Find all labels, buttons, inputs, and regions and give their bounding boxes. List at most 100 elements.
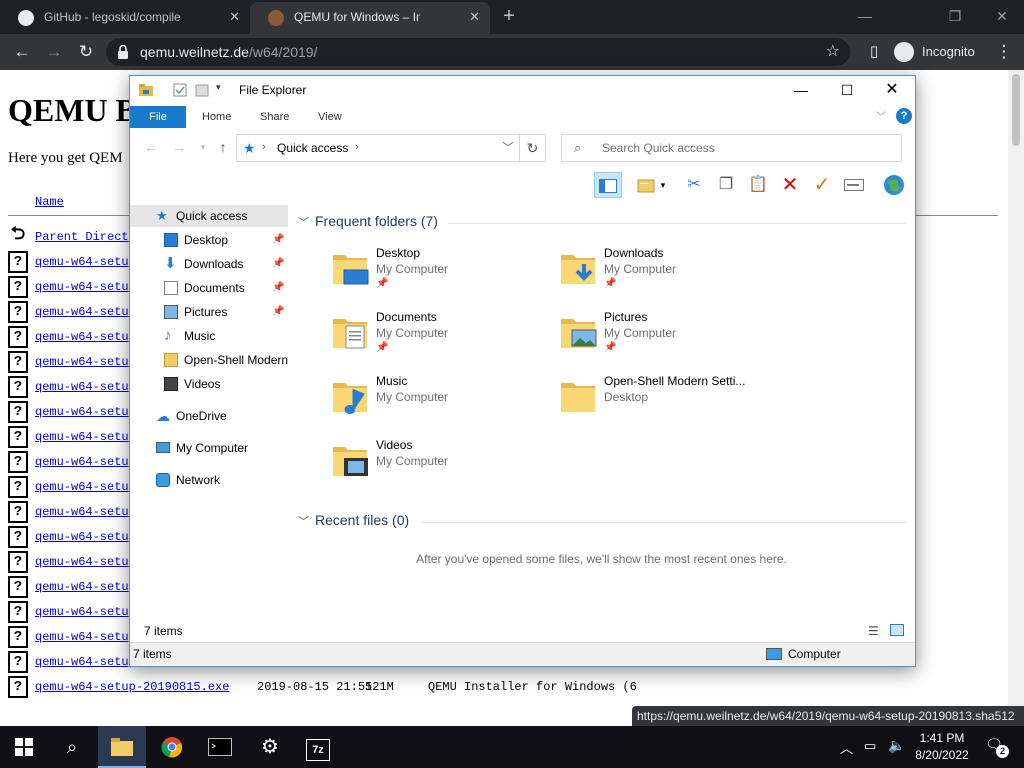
search-icon[interactable]: ⌕: [48, 726, 96, 768]
tab-github[interactable]: GitHub - legoskid/compiled-collab ✕: [0, 2, 250, 34]
search-box[interactable]: ⌕: [561, 134, 902, 162]
refresh-icon[interactable]: ↻: [519, 135, 545, 161]
properties-check-icon[interactable]: ✓: [808, 172, 836, 198]
taskbar-file-explorer[interactable]: [98, 726, 146, 768]
search-input[interactable]: [602, 138, 892, 158]
internet-globe-icon[interactable]: [880, 172, 908, 198]
close-window-icon[interactable]: ✕: [990, 4, 1014, 28]
tab-file[interactable]: File: [130, 106, 186, 128]
nav-network[interactable]: Network: [130, 469, 288, 491]
file-link[interactable]: qemu-w64-setu: [35, 255, 129, 269]
file-link[interactable]: qemu-w64-setup-20190815.exe: [35, 680, 229, 694]
breadcrumb-quick-access[interactable]: Quick access: [277, 135, 348, 161]
file-link[interactable]: qemu-w64-setu: [35, 355, 129, 369]
explorer-close-icon[interactable]: ✕: [869, 76, 915, 104]
copy-icon[interactable]: ❐: [712, 172, 740, 198]
details-view-icon[interactable]: ☰: [868, 624, 879, 638]
file-link[interactable]: qemu-w64-setu: [35, 505, 129, 519]
file-link[interactable]: qemu-w64-setu: [35, 580, 129, 594]
collapse-chevron-icon[interactable]: ﹀: [298, 516, 309, 528]
back-arrow-icon[interactable]: ←: [10, 40, 34, 64]
views-dropdown-icon[interactable]: ▾: [656, 172, 670, 198]
nav-music[interactable]: ♪ Music: [130, 325, 288, 347]
folder-tile-videos[interactable]: Videos My Computer: [330, 438, 550, 498]
restore-icon[interactable]: ❐: [943, 4, 967, 28]
close-tab-icon[interactable]: ✕: [229, 2, 240, 32]
file-link[interactable]: qemu-w64-setu: [35, 605, 129, 619]
settings-gear-icon[interactable]: ⚙: [246, 726, 294, 768]
start-button[interactable]: [0, 726, 48, 768]
file-link[interactable]: qemu-w64-setu: [35, 555, 129, 569]
taskbar-7zip[interactable]: 7z: [294, 726, 342, 768]
frequent-folders-header[interactable]: ﹀ Frequent folders (7): [298, 213, 438, 233]
nav-desktop[interactable]: Desktop 📌: [130, 229, 288, 251]
address-bar[interactable]: qemu.weilnetz.de/w64/2019/ ☆: [106, 38, 850, 66]
properties-icon[interactable]: [172, 82, 188, 98]
volume-icon[interactable]: 🔈: [888, 737, 905, 754]
page-scrollbar[interactable]: [1008, 70, 1024, 726]
nav-open-shell-modern[interactable]: Open-Shell Modern: [130, 349, 288, 371]
file-link[interactable]: qemu-w64-setu: [35, 480, 129, 494]
folder-tile-desktop[interactable]: Desktop My Computer 📌: [330, 246, 550, 306]
nav-my-computer[interactable]: My Computer: [130, 437, 288, 459]
taskbar-chrome[interactable]: [148, 726, 196, 768]
file-link[interactable]: qemu-w64-setu: [35, 280, 129, 294]
show-hidden-icons-chevron-icon[interactable]: ︿: [840, 738, 853, 757]
up-arrow-icon[interactable]: ↑: [214, 138, 232, 156]
file-link[interactable]: qemu-w64-setu: [35, 455, 129, 469]
folder-tile-pictures[interactable]: Pictures My Computer 📌: [558, 310, 778, 370]
column-name-link[interactable]: Name: [35, 195, 64, 209]
nav-downloads[interactable]: ⬇ Downloads 📌: [130, 253, 288, 275]
tab-home[interactable]: Home: [188, 106, 245, 128]
minimize-icon[interactable]: —: [853, 4, 877, 28]
folder-tile-documents[interactable]: Documents My Computer 📌: [330, 310, 550, 370]
explorer-minimize-icon[interactable]: —: [778, 76, 824, 104]
file-link[interactable]: qemu-w64-setu: [35, 405, 129, 419]
reload-icon[interactable]: ↻: [74, 40, 98, 64]
tab-view[interactable]: View: [304, 106, 356, 128]
new-folder-icon[interactable]: [194, 82, 210, 98]
notification-center-icon[interactable]: 🗨 2: [982, 736, 1009, 758]
forward-arrow-icon[interactable]: →: [170, 138, 188, 156]
file-link[interactable]: qemu-w64-setu: [35, 530, 129, 544]
tab-share[interactable]: Share: [246, 106, 303, 128]
collapse-chevron-icon[interactable]: ﹀: [298, 217, 309, 229]
folder-tile-downloads[interactable]: Downloads My Computer 📌: [558, 246, 778, 306]
folder-tile-open-shell[interactable]: Open-Shell Modern Setti... Desktop: [558, 374, 778, 434]
address-dropdown-icon[interactable]: ﹀: [498, 135, 518, 161]
incognito-badge[interactable]: Incognito: [892, 39, 975, 65]
rename-icon[interactable]: [840, 172, 868, 198]
back-arrow-icon[interactable]: ←: [142, 138, 160, 156]
scrollbar-thumb[interactable]: [1012, 74, 1020, 146]
forward-arrow-icon[interactable]: →: [42, 40, 66, 64]
nav-documents[interactable]: Documents 📌: [130, 277, 288, 299]
network-icon[interactable]: ▭: [864, 738, 876, 754]
cut-icon[interactable]: ✂: [680, 172, 708, 198]
navigation-pane-icon[interactable]: [594, 172, 622, 198]
delete-icon[interactable]: ✕: [776, 172, 804, 198]
nav-videos[interactable]: Videos: [130, 373, 288, 395]
new-tab-button[interactable]: +: [497, 4, 521, 28]
menu-dots-icon[interactable]: ⋮: [992, 40, 1016, 64]
taskbar-command-prompt[interactable]: [196, 726, 244, 768]
file-link[interactable]: qemu-w64-setu: [35, 380, 129, 394]
parent-directory-link[interactable]: Parent Direct: [35, 230, 129, 244]
tab-qemu[interactable]: QEMU for Windows – Installers (64 bit) ✕: [250, 2, 490, 34]
close-tab-icon[interactable]: ✕: [469, 2, 480, 32]
paste-icon[interactable]: 📋: [744, 172, 772, 198]
nav-pictures[interactable]: Pictures 📌: [130, 301, 288, 323]
explorer-maximize-icon[interactable]: ☐: [824, 76, 870, 104]
nav-onedrive[interactable]: ☁ OneDrive: [130, 405, 288, 427]
customize-toolbar-icon[interactable]: ▾: [216, 82, 232, 98]
folder-tile-music[interactable]: Music My Computer: [330, 374, 550, 434]
bookmark-star-icon[interactable]: ☆: [826, 41, 840, 61]
recent-locations-icon[interactable]: ▾: [194, 138, 212, 156]
recent-files-header[interactable]: ﹀ Recent files (0): [298, 512, 409, 532]
breadcrumb-chevron-icon[interactable]: ›: [262, 141, 266, 153]
file-link[interactable]: qemu-w64-setu: [35, 305, 129, 319]
file-link[interactable]: qemu-w64-setu: [35, 330, 129, 344]
nav-quick-access[interactable]: ★ Quick access: [130, 205, 288, 227]
file-link[interactable]: qemu-w64-setu: [35, 430, 129, 444]
side-panel-icon[interactable]: ▯: [862, 40, 886, 64]
expand-ribbon-icon[interactable]: ﹀: [876, 108, 886, 123]
